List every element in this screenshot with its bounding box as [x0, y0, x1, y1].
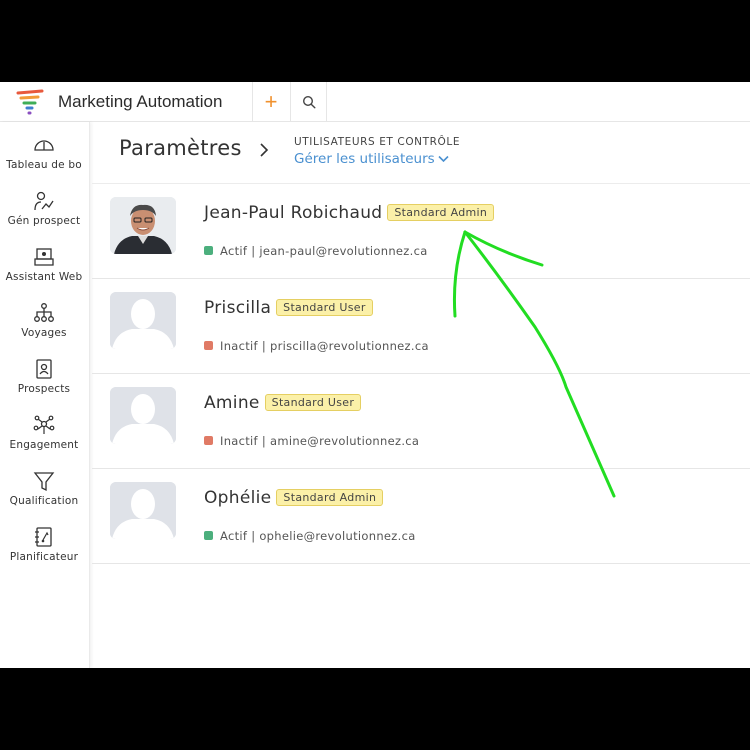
sidebar-item-label: Voyages [21, 327, 67, 339]
role-badge: Standard User [276, 299, 373, 316]
default-avatar-icon [110, 482, 176, 539]
avatar [110, 292, 176, 349]
top-bar: Marketing Automation + [0, 82, 750, 122]
user-row[interactable]: Amine Standard User Inactif | amine@revol… [92, 374, 750, 469]
sidebar-item-planner[interactable]: Planificateur [0, 526, 88, 582]
user-status-line: Actif | ophelie@revolutionnez.ca [204, 529, 416, 543]
user-name: Priscilla [204, 298, 272, 318]
search-icon [302, 95, 316, 109]
sidebar-item-web-assistant[interactable]: Assistant Web [0, 246, 88, 302]
user-email: amine@revolutionnez.ca [270, 434, 420, 448]
app-window: Marketing Automation + Tableau de bo Gén… [0, 82, 750, 668]
sidebar-item-dashboard[interactable]: Tableau de bo [0, 134, 88, 190]
user-name: Amine [204, 393, 260, 413]
contact-book-icon [36, 359, 52, 379]
breadcrumb-page-dropdown[interactable]: Gérer les utilisateurs [294, 151, 449, 167]
user-status: Actif [220, 244, 248, 258]
person-chart-icon [34, 191, 54, 211]
sidebar-item-label: Engagement [9, 439, 79, 451]
avatar [110, 197, 176, 254]
role-badge: Standard User [264, 394, 362, 411]
sidebar-item-label: Assistant Web [5, 271, 83, 283]
app-logo [16, 89, 44, 115]
web-assistant-icon [34, 248, 54, 266]
user-name-line: Ophélie Standard Admin [204, 488, 384, 508]
role-badge: Standard Admin [276, 489, 384, 506]
user-status-line: Actif | jean-paul@revolutionnez.ca [204, 244, 428, 258]
search-button[interactable] [290, 82, 328, 122]
user-status: Inactif [220, 339, 258, 353]
user-status: Actif [220, 529, 248, 543]
sidebar-item-qualification[interactable]: Qualification [0, 470, 88, 526]
status-indicator [204, 436, 213, 445]
sidebar-item-prospects[interactable]: Prospects [0, 358, 88, 414]
sidebar: Tableau de bo Gén prospect Assistant Web… [0, 122, 90, 668]
status-indicator [204, 341, 213, 350]
breadcrumb-page-label: Gérer les utilisateurs [294, 151, 435, 167]
journey-tree-icon [34, 303, 54, 322]
sidebar-item-label: Prospects [17, 383, 71, 395]
funnel-icon [33, 472, 55, 492]
add-button[interactable]: + [252, 82, 290, 122]
sidebar-item-label: Gén prospect [7, 215, 81, 227]
user-status-line: Inactif | priscilla@revolutionnez.ca [204, 339, 429, 353]
page-title: Paramètres [119, 136, 242, 160]
sidebar-item-label: Planificateur [9, 551, 79, 563]
sidebar-item-label: Qualification [9, 495, 79, 507]
user-name-line: Jean-Paul Robichaud Standard Admin [204, 203, 495, 223]
status-indicator [204, 531, 213, 540]
role-badge: Standard Admin [387, 204, 495, 221]
toolbar-divider [326, 82, 327, 122]
user-name: Jean-Paul Robichaud [204, 203, 383, 223]
user-status: Inactif [220, 434, 258, 448]
user-email: ophelie@revolutionnez.ca [259, 529, 416, 543]
plus-icon: + [264, 89, 278, 114]
user-row[interactable]: Jean-Paul Robichaud Standard Admin Actif … [92, 184, 750, 279]
app-title: Marketing Automation [58, 92, 223, 111]
sidebar-item-lead-gen[interactable]: Gén prospect [0, 190, 88, 246]
engagement-icon [33, 415, 55, 434]
default-avatar-icon [110, 292, 176, 349]
sidebar-item-engagement[interactable]: Engagement [0, 414, 88, 470]
user-email: jean-paul@revolutionnez.ca [259, 244, 428, 258]
user-email: priscilla@revolutionnez.ca [270, 339, 429, 353]
user-name: Ophélie [204, 488, 272, 508]
status-indicator [204, 246, 213, 255]
breadcrumb-section: UTILISATEURS ET CONTRÔLE [294, 136, 461, 148]
sidebar-item-journeys[interactable]: Voyages [0, 302, 88, 358]
avatar [110, 387, 176, 444]
chevron-right-icon [260, 143, 269, 157]
avatar [110, 482, 176, 539]
default-avatar-icon [110, 387, 176, 444]
gauge-icon [34, 140, 54, 151]
user-row[interactable]: Ophélie Standard Admin Actif | ophelie@re… [92, 469, 750, 564]
user-photo [110, 197, 176, 254]
user-name-line: Amine Standard User [204, 393, 362, 413]
chevron-down-icon [438, 155, 449, 163]
sidebar-item-label: Tableau de bo [6, 159, 82, 171]
user-row[interactable]: Priscilla Standard User Inactif | priscil… [92, 279, 750, 374]
planner-icon [35, 527, 52, 547]
user-name-line: Priscilla Standard User [204, 298, 373, 318]
user-status-line: Inactif | amine@revolutionnez.ca [204, 434, 419, 448]
